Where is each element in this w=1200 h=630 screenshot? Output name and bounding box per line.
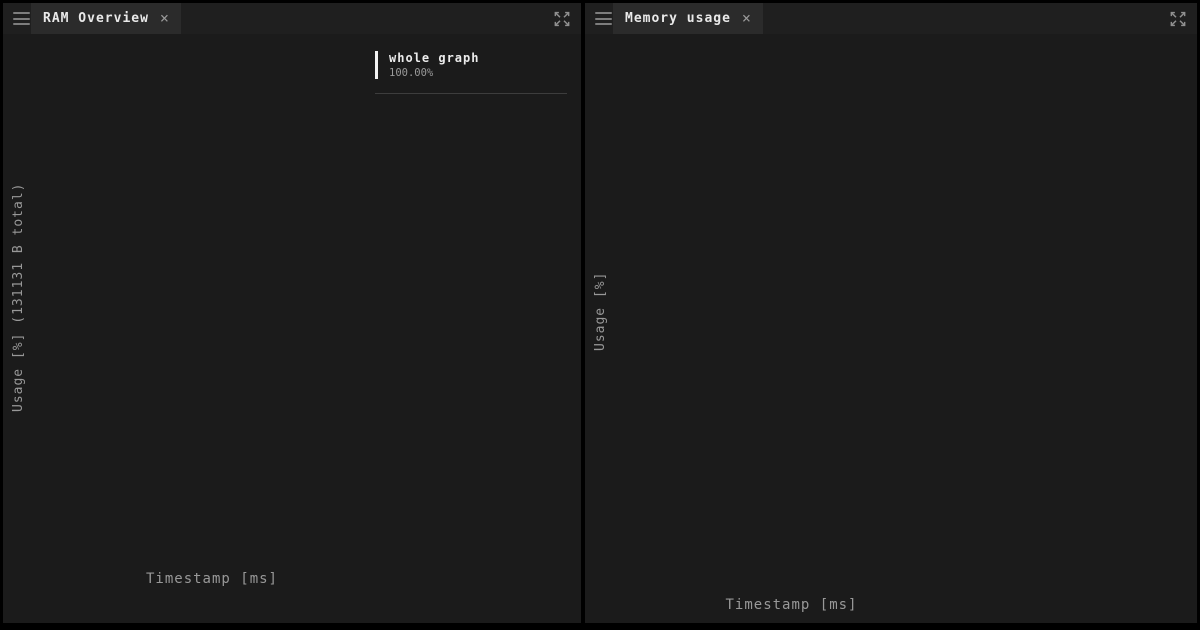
menu-icon[interactable]	[13, 12, 30, 25]
panel-header: Memory usage ×	[585, 3, 1197, 34]
tab-memory-usage[interactable]: Memory usage ×	[613, 3, 763, 34]
panel-memory-usage: Memory usage × Usage [%] Timestamp [ms]	[585, 3, 1197, 623]
x-axis-label: Timestamp [ms]	[650, 597, 933, 613]
whole-graph-label: whole graph	[389, 51, 567, 65]
workspace: RAM Overview × Usage [%] (131131 B total…	[0, 0, 1200, 630]
memory-usage-chart[interactable]	[650, 50, 933, 573]
menu-icon[interactable]	[595, 12, 612, 25]
ram-overview-chart[interactable]	[68, 47, 356, 547]
panel-header: RAM Overview ×	[3, 3, 581, 34]
region-sidebar: whole graph 100.00%	[375, 51, 567, 106]
whole-graph-value: 100.00%	[389, 67, 567, 79]
expand-icon[interactable]	[552, 10, 572, 28]
expand-icon[interactable]	[1168, 10, 1188, 28]
tab-title: RAM Overview	[43, 11, 149, 26]
sidebar-divider	[375, 93, 567, 94]
tab-title: Memory usage	[625, 11, 731, 26]
y-axis-label: Usage [%] (131131 B total)	[11, 47, 26, 547]
panel-ram-overview: RAM Overview × Usage [%] (131131 B total…	[3, 3, 581, 623]
close-icon[interactable]: ×	[160, 11, 169, 26]
sidebar-item-whole-graph[interactable]: whole graph 100.00%	[375, 51, 567, 79]
tab-ram-overview[interactable]: RAM Overview ×	[31, 3, 181, 34]
y-axis-label: Usage [%]	[593, 50, 608, 573]
close-icon[interactable]: ×	[742, 11, 751, 26]
x-axis-label: Timestamp [ms]	[68, 571, 356, 587]
